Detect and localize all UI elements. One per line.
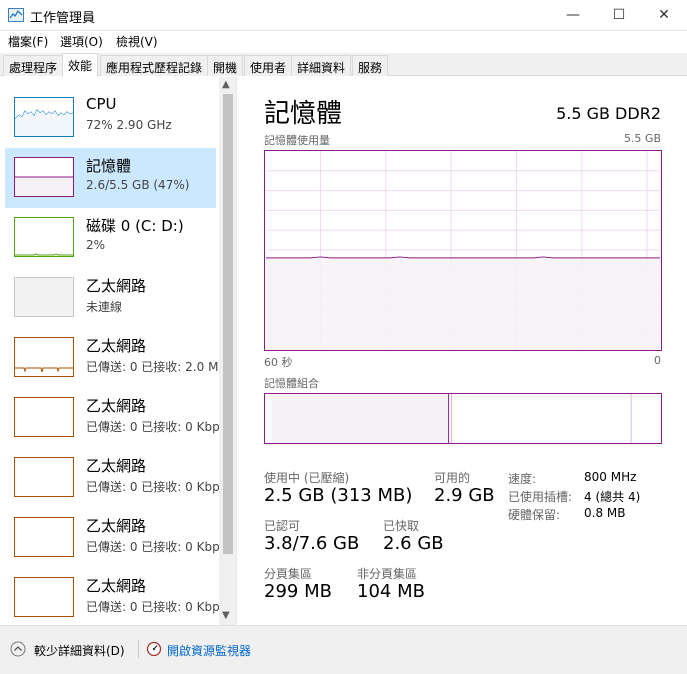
- slots-label: 已使用插槽:: [508, 490, 573, 504]
- usage-chart-max: 5.5 GB: [623, 132, 661, 145]
- sidebar-item-title: 乙太網路: [86, 337, 147, 355]
- time-axis-end: 0: [654, 354, 661, 367]
- memory-composition-bar: [264, 393, 662, 444]
- close-icon: ✕: [658, 7, 670, 23]
- ethernet-thumbnail-graph: [14, 517, 74, 557]
- sidebar-item-title: CPU: [86, 95, 117, 113]
- open-resource-monitor-link[interactable]: 開啟資源監視器: [167, 642, 251, 659]
- slots-value: 4 (總共 4): [584, 490, 641, 504]
- title-bar: 工作管理員 — ☐ ✕: [0, 0, 687, 31]
- sidebar-item-ethernet-6[interactable]: 乙太網路 已傳送: 0 已接收: 0 Kbps: [5, 568, 226, 625]
- sidebar-item-title: 乙太網路: [86, 517, 147, 535]
- sidebar-item-ethernet-1[interactable]: 乙太網路 未連線: [5, 268, 216, 328]
- minimize-icon: —: [566, 7, 580, 23]
- sidebar-item-ethernet-4[interactable]: 乙太網路 已傳送: 0 已接收: 0 Kbps: [5, 448, 226, 508]
- time-axis-start: 60 秒: [264, 356, 293, 369]
- sidebar-item-ethernet-2[interactable]: 乙太網路 已傳送: 0 已接收: 2.0 Mb: [5, 328, 226, 388]
- menu-file[interactable]: 檔案(F): [8, 33, 48, 50]
- sidebar-item-subtitle: 72% 2.90 GHz: [86, 118, 172, 132]
- maximize-button[interactable]: ☐: [596, 0, 642, 30]
- scroll-down-icon[interactable]: ▼: [222, 610, 230, 621]
- hardware-reserved-value: 0.8 MB: [584, 506, 626, 520]
- memory-spec: 5.5 GB DDR2: [556, 104, 661, 123]
- sidebar-item-title: 記憶體: [86, 157, 132, 175]
- window-title: 工作管理員: [30, 11, 96, 26]
- nonpaged-pool-value: 104 MB: [357, 581, 425, 602]
- sidebar-item-memory[interactable]: 記憶體 2.6/5.5 GB (47%): [5, 148, 216, 208]
- chevron-up-circle-icon[interactable]: [10, 641, 26, 657]
- committed-label: 已認可: [264, 519, 301, 533]
- close-button[interactable]: ✕: [641, 0, 687, 30]
- sidebar-scrollbar[interactable]: ▲ ▼: [219, 77, 236, 625]
- ethernet-thumbnail-graph: [14, 577, 74, 617]
- paged-pool-label: 分頁集區: [264, 567, 313, 581]
- menu-view[interactable]: 檢視(V): [116, 33, 158, 50]
- sidebar-item-subtitle: 已傳送: 0 已接收: 0 Kbps: [86, 600, 226, 614]
- sidebar-item-ethernet-5[interactable]: 乙太網路 已傳送: 0 已接收: 0 Kbps: [5, 508, 226, 568]
- in-use-value: 2.5 GB (313 MB): [264, 485, 413, 506]
- committed-value: 3.8/7.6 GB: [264, 533, 360, 554]
- hardware-reserved-label: 硬體保留:: [508, 508, 561, 522]
- sidebar-item-cpu[interactable]: CPU 72% 2.90 GHz: [5, 88, 216, 148]
- speed-value: 800 MHz: [584, 470, 637, 484]
- memory-usage-graph: [264, 150, 662, 351]
- scroll-up-icon[interactable]: ▲: [222, 79, 230, 90]
- sidebar-item-subtitle: 已傳送: 0 已接收: 0 Kbps: [86, 540, 226, 554]
- footer-divider: [138, 640, 139, 658]
- maximize-icon: ☐: [612, 7, 626, 23]
- resource-list: CPU 72% 2.90 GHz 記憶體 2.6/5.5 GB (47%) 磁碟…: [0, 77, 237, 625]
- sidebar-item-subtitle: 2.6/5.5 GB (47%): [86, 178, 190, 192]
- resource-monitor-icon: [146, 641, 162, 657]
- ethernet-thumbnail-graph: [14, 277, 74, 317]
- sidebar-item-ethernet-3[interactable]: 乙太網路 已傳送: 0 已接收: 0 Kbps: [5, 388, 226, 448]
- tab-processes[interactable]: 處理程序: [3, 55, 64, 76]
- minimize-button[interactable]: —: [550, 0, 596, 30]
- sidebar-item-title: 乙太網路: [86, 457, 147, 475]
- fewer-details-button[interactable]: 較少詳細資料(D): [34, 642, 125, 659]
- tab-details[interactable]: 詳細資料: [291, 55, 352, 76]
- tab-performance[interactable]: 效能: [62, 53, 99, 77]
- sidebar-item-title: 乙太網路: [86, 277, 147, 295]
- usage-chart-label: 記憶體使用量: [264, 134, 330, 147]
- ethernet-thumbnail-graph: [14, 457, 74, 497]
- cpu-thumbnail-graph: [14, 97, 74, 137]
- memory-detail-panel: 記憶體 5.5 GB DDR2 記憶體使用量 5.5 GB 60 秒 0 記憶體…: [238, 77, 687, 625]
- available-value: 2.9 GB: [434, 485, 495, 506]
- in-use-label: 使用中 (已壓縮): [264, 471, 350, 485]
- tab-bar: 處理程序 效能 應用程式歷程記錄 開機 使用者 詳細資料 服務: [0, 53, 687, 77]
- memory-thumbnail-graph: [14, 157, 74, 197]
- sidebar-item-title: 乙太網路: [86, 397, 147, 415]
- tab-users[interactable]: 使用者: [244, 55, 293, 76]
- ethernet-thumbnail-graph: [14, 337, 74, 377]
- sidebar-item-subtitle: 2%: [86, 238, 106, 252]
- cached-value: 2.6 GB: [383, 533, 444, 554]
- sidebar-item-subtitle: 已傳送: 0 已接收: 0 Kbps: [86, 480, 226, 494]
- sidebar-item-title: 磁碟 0 (C: D:): [86, 217, 184, 235]
- composition-label: 記憶體組合: [264, 377, 319, 390]
- paged-pool-value: 299 MB: [264, 581, 332, 602]
- scroll-thumb[interactable]: [223, 94, 233, 554]
- sidebar-item-subtitle: 已傳送: 0 已接收: 0 Kbps: [86, 420, 226, 434]
- footer-bar: 較少詳細資料(D) 開啟資源監視器: [0, 625, 687, 674]
- sidebar-item-title: 乙太網路: [86, 577, 147, 595]
- available-label: 可用的: [434, 471, 471, 485]
- tab-app-history[interactable]: 應用程式歷程記錄: [100, 55, 209, 76]
- cached-label: 已快取: [383, 519, 420, 533]
- tab-services[interactable]: 服務: [352, 55, 389, 76]
- disk-thumbnail-graph: [14, 217, 74, 257]
- ethernet-thumbnail-graph: [14, 397, 74, 437]
- menu-bar: 檔案(F) 選項(O) 檢視(V): [0, 31, 687, 51]
- nonpaged-pool-label: 非分頁集區: [357, 567, 418, 581]
- menu-options[interactable]: 選項(O): [60, 33, 103, 50]
- tab-startup[interactable]: 開機: [207, 55, 244, 76]
- sidebar-item-subtitle: 未連線: [86, 300, 123, 314]
- page-title: 記憶體: [264, 99, 343, 129]
- speed-label: 速度:: [508, 472, 537, 486]
- sidebar-item-subtitle: 已傳送: 0 已接收: 2.0 Mb: [86, 360, 227, 374]
- sidebar-item-disk[interactable]: 磁碟 0 (C: D:) 2%: [5, 208, 216, 268]
- task-manager-icon: [8, 8, 24, 22]
